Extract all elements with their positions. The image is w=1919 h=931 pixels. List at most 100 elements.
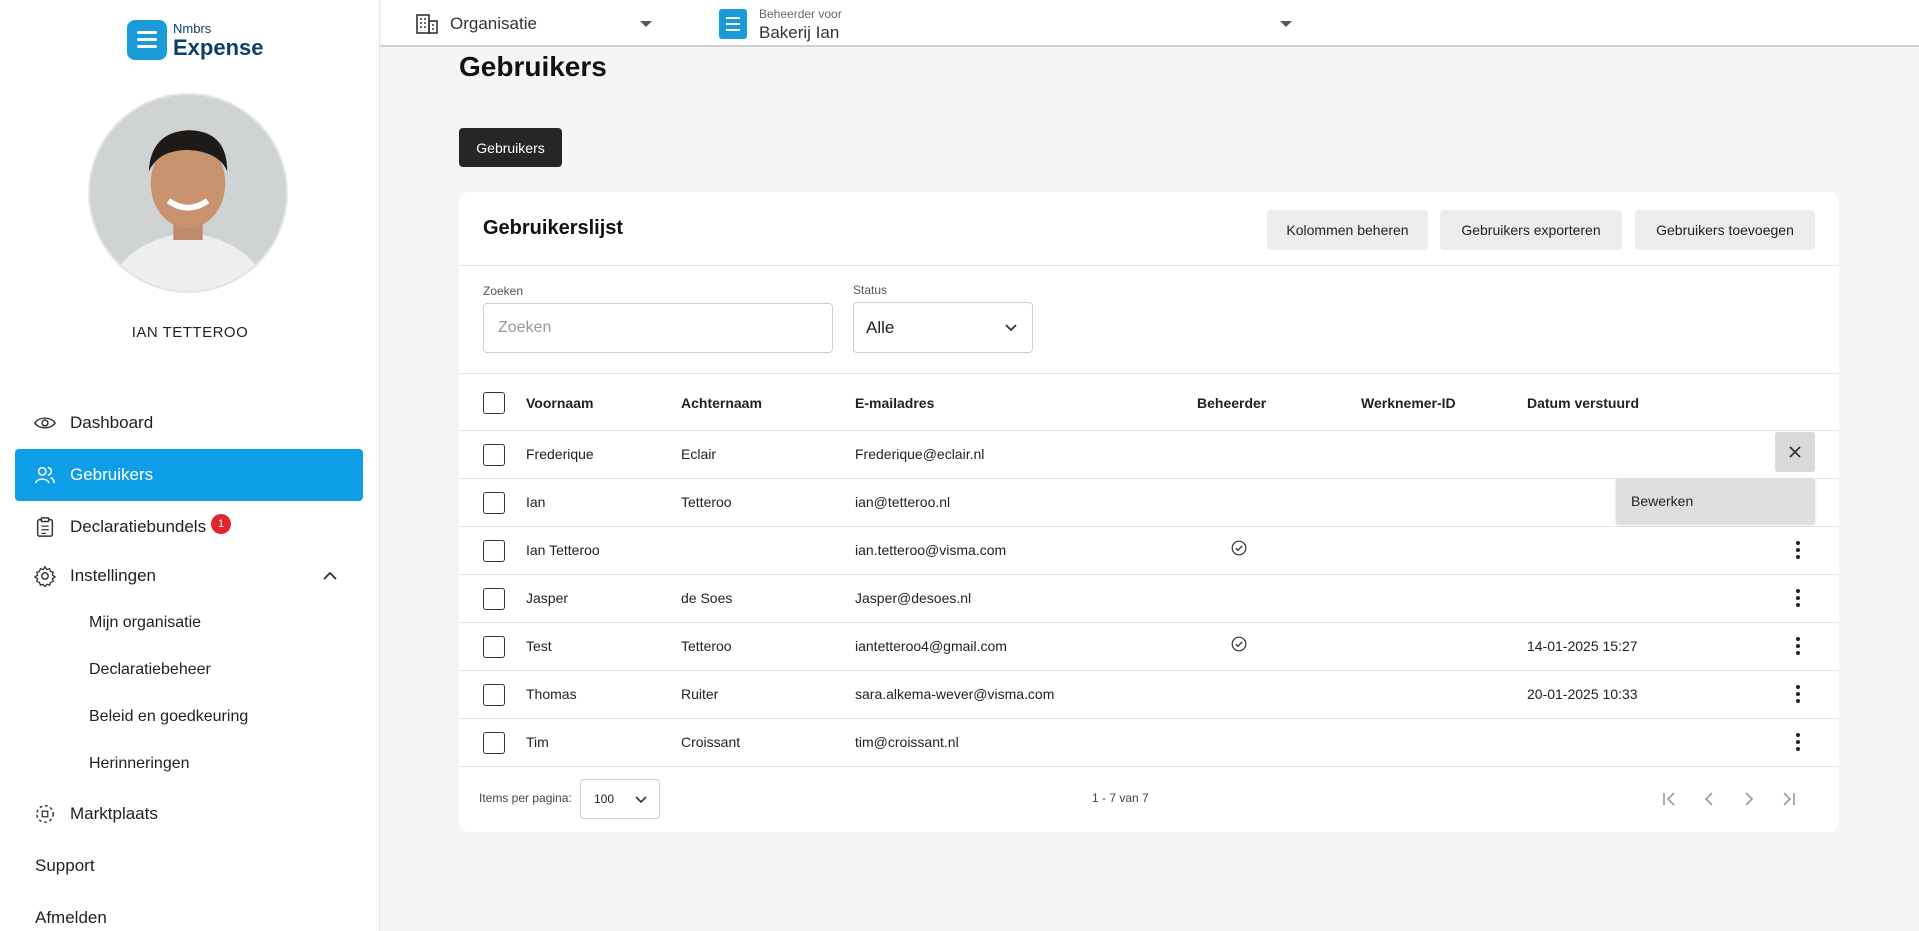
avatar xyxy=(88,93,288,293)
row-checkbox[interactable] xyxy=(483,732,505,754)
admin-check-icon xyxy=(1231,540,1247,556)
receipt-icon xyxy=(719,9,747,39)
cell-first-name: Ian xyxy=(526,494,546,510)
add-users-button[interactable]: Gebruikers toevoegen xyxy=(1635,210,1815,250)
items-per-page-value: 100 xyxy=(594,792,615,806)
last-page-icon[interactable] xyxy=(1779,789,1799,809)
brand-line2: Expense xyxy=(173,34,264,60)
cell-first-name: Thomas xyxy=(526,686,577,702)
status-value: Alle xyxy=(866,317,895,337)
nav-dashboard[interactable]: Dashboard xyxy=(15,397,363,449)
search-input[interactable] xyxy=(484,304,832,352)
divider xyxy=(459,766,1839,767)
select-all-checkbox[interactable] xyxy=(483,392,505,414)
admin-for-select[interactable]: Beheerder voor Bakerij Ian xyxy=(719,6,1299,42)
tab-gebruikers[interactable]: Gebruikers xyxy=(459,128,562,167)
col-achternaam[interactable]: Achternaam xyxy=(681,395,762,411)
chevron-up-icon[interactable] xyxy=(322,568,338,584)
cell-first-name: Tim xyxy=(526,734,549,750)
row-checkbox[interactable] xyxy=(483,588,505,610)
previous-page-icon[interactable] xyxy=(1699,789,1719,809)
caret-down-icon xyxy=(1280,21,1292,27)
export-users-button[interactable]: Gebruikers exporteren xyxy=(1440,210,1622,250)
building-icon xyxy=(416,14,438,34)
nav-mijn-organisatie[interactable]: Mijn organisatie xyxy=(89,608,201,638)
table-row[interactable]: Jasper de Soes Jasper@desoes.nl xyxy=(459,574,1839,622)
nav-afmelden[interactable]: Afmelden xyxy=(35,903,107,931)
next-page-icon[interactable] xyxy=(1739,789,1759,809)
admin-caption: Beheerder voor xyxy=(759,7,842,21)
admin-value: Bakerij Ian xyxy=(759,23,840,42)
close-menu-button[interactable] xyxy=(1775,432,1815,472)
items-per-page-select[interactable]: 100 xyxy=(580,779,660,819)
cell-last-name: Croissant xyxy=(681,734,741,750)
organisation-select[interactable]: Organisatie xyxy=(416,10,652,38)
nav-support[interactable]: Support xyxy=(35,851,95,881)
row-more-icon[interactable] xyxy=(1795,637,1801,657)
status-label: Status xyxy=(853,283,888,297)
cell-last-name: Eclair xyxy=(681,446,717,462)
cell-first-name: Jasper xyxy=(526,590,569,606)
row-checkbox[interactable] xyxy=(483,684,505,706)
nav-declaratiebundels-label: Declaratiebundels xyxy=(70,517,207,536)
nav-declaratiebeheer[interactable]: Declaratiebeheer xyxy=(89,655,211,685)
close-icon xyxy=(1789,446,1801,458)
col-email[interactable]: E-mailadres xyxy=(855,395,934,411)
row-checkbox[interactable] xyxy=(483,492,505,514)
nav-herinneringen[interactable]: Herinneringen xyxy=(89,749,190,779)
nav-gebruikers-label: Gebruikers xyxy=(70,465,154,484)
user-name: IAN TETTEROO xyxy=(131,324,249,341)
declaratie-count-badge: 1 xyxy=(211,514,232,534)
nav-beleid-en-goedkeuring[interactable]: Beleid en goedkeuring xyxy=(89,702,248,732)
col-voornaam[interactable]: Voornaam xyxy=(526,395,593,411)
nav-marktplaats[interactable]: Marktplaats xyxy=(15,788,363,840)
page-title: Gebruikers xyxy=(459,51,607,82)
cell-first-name: Test xyxy=(526,638,552,654)
nav-instellingen[interactable]: Instellingen xyxy=(15,550,363,602)
search-field xyxy=(483,303,833,353)
col-beheerder[interactable]: Beheerder xyxy=(1197,395,1266,411)
row-more-icon[interactable] xyxy=(1795,733,1801,753)
cell-email: ian.tetteroo@visma.com xyxy=(855,542,1007,558)
nav-gebruikers[interactable]: Gebruikers xyxy=(15,449,363,501)
cell-email: Jasper@desoes.nl xyxy=(855,590,972,606)
row-more-icon[interactable] xyxy=(1795,685,1801,705)
row-more-icon[interactable] xyxy=(1795,589,1801,609)
divider xyxy=(459,265,1839,266)
cell-last-name: Tetteroo xyxy=(681,638,732,654)
caret-down-icon xyxy=(640,21,652,27)
table-row[interactable]: Thomas Ruiter sara.alkema-wever@visma.co… xyxy=(459,670,1839,718)
table-row[interactable]: Test Tetteroo iantetteroo4@gmail.com 14-… xyxy=(459,622,1839,670)
col-werknemer-id[interactable]: Werknemer-ID xyxy=(1361,395,1456,411)
top-bar: Organisatie Beheerder voor Bakerij Ian xyxy=(381,0,1919,47)
table-row[interactable]: Tim Croissant tim@croissant.nl xyxy=(459,718,1839,766)
cell-date-sent: 20-01-2025 10:33 xyxy=(1527,686,1638,702)
table-row[interactable]: Frederique Eclair Frederique@eclair.nl xyxy=(459,430,1839,478)
cell-email: ian@tetteroo.nl xyxy=(855,494,951,510)
nav-declaratiebundels[interactable]: Declaratiebundels 1 xyxy=(15,501,363,553)
cell-first-name: Ian Tetteroo xyxy=(526,542,600,558)
nav-marktplaats-label: Marktplaats xyxy=(70,804,158,823)
nav-dashboard-label: Dashboard xyxy=(70,413,154,432)
edit-menu-item[interactable]: Bewerken xyxy=(1631,493,1693,509)
row-checkbox[interactable] xyxy=(483,636,505,658)
chevron-down-icon xyxy=(1005,324,1017,332)
chevron-down-icon xyxy=(635,796,647,804)
cell-last-name: de Soes xyxy=(681,590,733,606)
organisation-label: Organisatie xyxy=(450,14,537,33)
divider xyxy=(459,373,1839,374)
first-page-icon[interactable] xyxy=(1659,789,1679,809)
manage-columns-button[interactable]: Kolommen beheren xyxy=(1267,210,1428,250)
status-select[interactable]: Alle xyxy=(853,302,1033,353)
marketplace-icon xyxy=(36,805,54,823)
gear-icon xyxy=(34,565,56,587)
row-checkbox[interactable] xyxy=(483,444,505,466)
app-logo[interactable]: Nmbrs Expense xyxy=(127,20,264,60)
table-row[interactable]: Ian Tetteroo ian.tetteroo@visma.com xyxy=(459,526,1839,574)
row-checkbox[interactable] xyxy=(483,540,505,562)
items-per-page-label: Items per pagina: xyxy=(479,791,572,805)
row-more-icon[interactable] xyxy=(1795,541,1801,561)
col-datum-verstuurd[interactable]: Datum verstuurd xyxy=(1527,395,1639,411)
cell-last-name: Ruiter xyxy=(681,686,719,702)
users-card: Gebruikerslijst Kolommen beheren Gebruik… xyxy=(459,192,1839,832)
